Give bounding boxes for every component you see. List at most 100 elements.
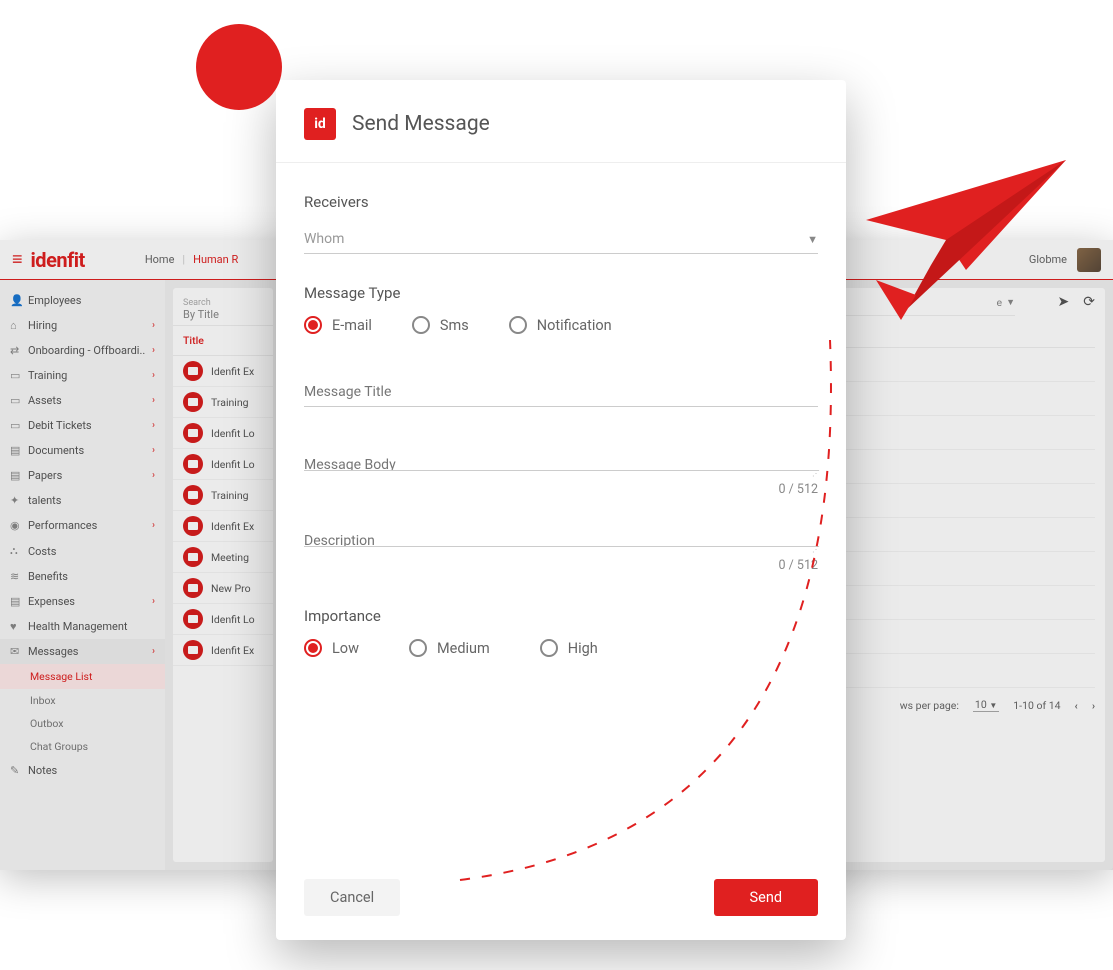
sidebar-item[interactable]: ⇄ Onboarding - Offboardi.. ›: [0, 338, 165, 363]
sidebar-item-icon: ▭: [10, 394, 22, 407]
message-list-row[interactable]: Idenfit Ex: [173, 511, 273, 542]
modal-title: Send Message: [352, 112, 490, 136]
sidebar-subitem[interactable]: Chat Groups: [0, 735, 165, 758]
message-title: Idenfit Lo: [211, 613, 255, 626]
next-page-button[interactable]: ›: [1092, 699, 1095, 712]
menu-icon[interactable]: ≡: [12, 249, 23, 270]
sidebar-item[interactable]: ▭Debit Tickets›: [0, 413, 165, 438]
radio-label: Notification: [537, 317, 612, 334]
sidebar-item[interactable]: ◉Performances›: [0, 513, 165, 538]
message-icon: [183, 454, 203, 474]
sidebar-item[interactable]: ▤Papers›: [0, 463, 165, 488]
description-field[interactable]: ⋰ 0 / 512: [304, 527, 818, 573]
chevron-down-icon: ▼: [1006, 297, 1015, 308]
message-list-row[interactable]: Idenfit Lo: [173, 449, 273, 480]
radio-option[interactable]: High: [540, 639, 598, 657]
sidebar-item[interactable]: 👤 Employees: [0, 288, 165, 313]
breadcrumb-sep: |: [182, 253, 185, 266]
description-input[interactable]: [304, 527, 818, 547]
whom-placeholder: Whom: [304, 231, 344, 247]
sidebar-item-label: Notes: [28, 764, 57, 777]
message-list-row[interactable]: Idenfit Ex: [173, 356, 273, 387]
message-body-input[interactable]: [304, 451, 818, 471]
chevron-down-icon: ▼: [807, 233, 818, 246]
sidebar-item-label: Employees: [28, 294, 81, 307]
user-name[interactable]: Globme: [1029, 253, 1067, 266]
message-list-row[interactable]: Meeting: [173, 542, 273, 573]
search-label: Search: [183, 298, 263, 308]
message-body-field[interactable]: ⋰ 0 / 512: [304, 451, 818, 497]
sidebar-item[interactable]: ≋ Benefits: [0, 564, 165, 589]
sidebar-item[interactable]: ✦talents: [0, 488, 165, 513]
cancel-button[interactable]: Cancel: [304, 879, 400, 916]
sidebar-subitem[interactable]: Message List: [0, 664, 165, 689]
radio-ring-icon: [412, 316, 430, 334]
send-button[interactable]: Send: [714, 879, 818, 916]
send-message-modal: id Send Message Receivers Whom ▼ Message…: [276, 80, 846, 940]
sidebar-item[interactable]: ✉Messages›: [0, 639, 165, 664]
message-list-row[interactable]: Training: [173, 480, 273, 511]
message-icon: [183, 547, 203, 567]
chevron-right-icon: ›: [152, 395, 155, 406]
sidebar-item-icon: 👤: [10, 294, 22, 307]
prev-page-button[interactable]: ‹: [1075, 699, 1078, 712]
message-title-input[interactable]: [304, 378, 818, 407]
sidebar-item[interactable]: ♥ Health Management: [0, 614, 165, 639]
sidebar-item-icon: ⇄: [10, 344, 22, 357]
radio-option[interactable]: Sms: [412, 316, 469, 334]
sidebar-item-label: Training: [28, 369, 67, 382]
sidebar-item-icon: ♥: [10, 620, 22, 633]
sidebar-item[interactable]: ▤Documents›: [0, 438, 165, 463]
page-range: 1-10 of 14: [1013, 699, 1060, 712]
search-placeholder: By Title: [183, 308, 263, 321]
message-list-row[interactable]: Idenfit Lo: [173, 604, 273, 635]
sidebar-item[interactable]: ✎Notes: [0, 758, 165, 783]
sidebar-item[interactable]: ⌂Hiring›: [0, 313, 165, 338]
radio-option[interactable]: Medium: [409, 639, 490, 657]
radio-option[interactable]: Notification: [509, 316, 612, 334]
message-list-row[interactable]: New Pro: [173, 573, 273, 604]
message-title: Meeting: [211, 551, 249, 564]
sidebar-item-icon: ◉: [10, 519, 22, 532]
sidebar-item-label: Expenses: [28, 595, 75, 608]
breadcrumb-current[interactable]: Human R: [193, 253, 238, 266]
message-title-column: Search By Title Title Idenfit Ex Training…: [173, 288, 273, 862]
radio-option[interactable]: E-mail: [304, 316, 372, 334]
message-list-row[interactable]: Idenfit Lo: [173, 418, 273, 449]
message-title: Training: [211, 489, 249, 502]
sidebar-item-label: Benefits: [28, 570, 68, 583]
message-list-row[interactable]: Idenfit Ex: [173, 635, 273, 666]
message-icon: [183, 392, 203, 412]
radio-ring-icon: [304, 639, 322, 657]
title-column-header: Title: [173, 326, 273, 356]
sidebar-item-label: Health Management: [28, 620, 128, 633]
message-icon: [183, 640, 203, 660]
decorative-circle: [196, 24, 282, 110]
whom-select[interactable]: Whom ▼: [304, 223, 818, 254]
sidebar-item[interactable]: ▤Expenses›: [0, 589, 165, 614]
chevron-right-icon: ›: [152, 345, 155, 356]
avatar[interactable]: [1077, 248, 1101, 272]
message-title: Idenfit Lo: [211, 458, 255, 471]
rows-per-page-select[interactable]: 10 ▼: [973, 698, 999, 712]
sidebar-item[interactable]: ▭Training›: [0, 363, 165, 388]
breadcrumb-home[interactable]: Home: [145, 253, 175, 266]
sidebar-item[interactable]: ▭Assets›: [0, 388, 165, 413]
search-box[interactable]: Search By Title: [173, 294, 273, 326]
refresh-icon[interactable]: ⟳: [1083, 294, 1095, 310]
message-icon: [183, 578, 203, 598]
sidebar-subitem[interactable]: Outbox: [0, 712, 165, 735]
message-title: Training: [211, 396, 249, 409]
radio-label: Sms: [440, 317, 469, 334]
radio-option[interactable]: Low: [304, 639, 359, 657]
message-list-row[interactable]: Training: [173, 387, 273, 418]
sidebar-subitem[interactable]: Inbox: [0, 689, 165, 712]
sidebar-item[interactable]: ⛬Costs: [0, 538, 165, 564]
message-icon: [183, 609, 203, 629]
message-type-label: Message Type: [304, 284, 818, 302]
message-title-field[interactable]: [304, 378, 818, 407]
sidebar-item-label: Performances: [28, 519, 97, 532]
send-icon[interactable]: ➤: [1058, 294, 1070, 310]
sidebar-item-icon: ≋: [10, 570, 22, 583]
sidebar-item-label: Onboarding - Offboardi..: [28, 344, 145, 357]
